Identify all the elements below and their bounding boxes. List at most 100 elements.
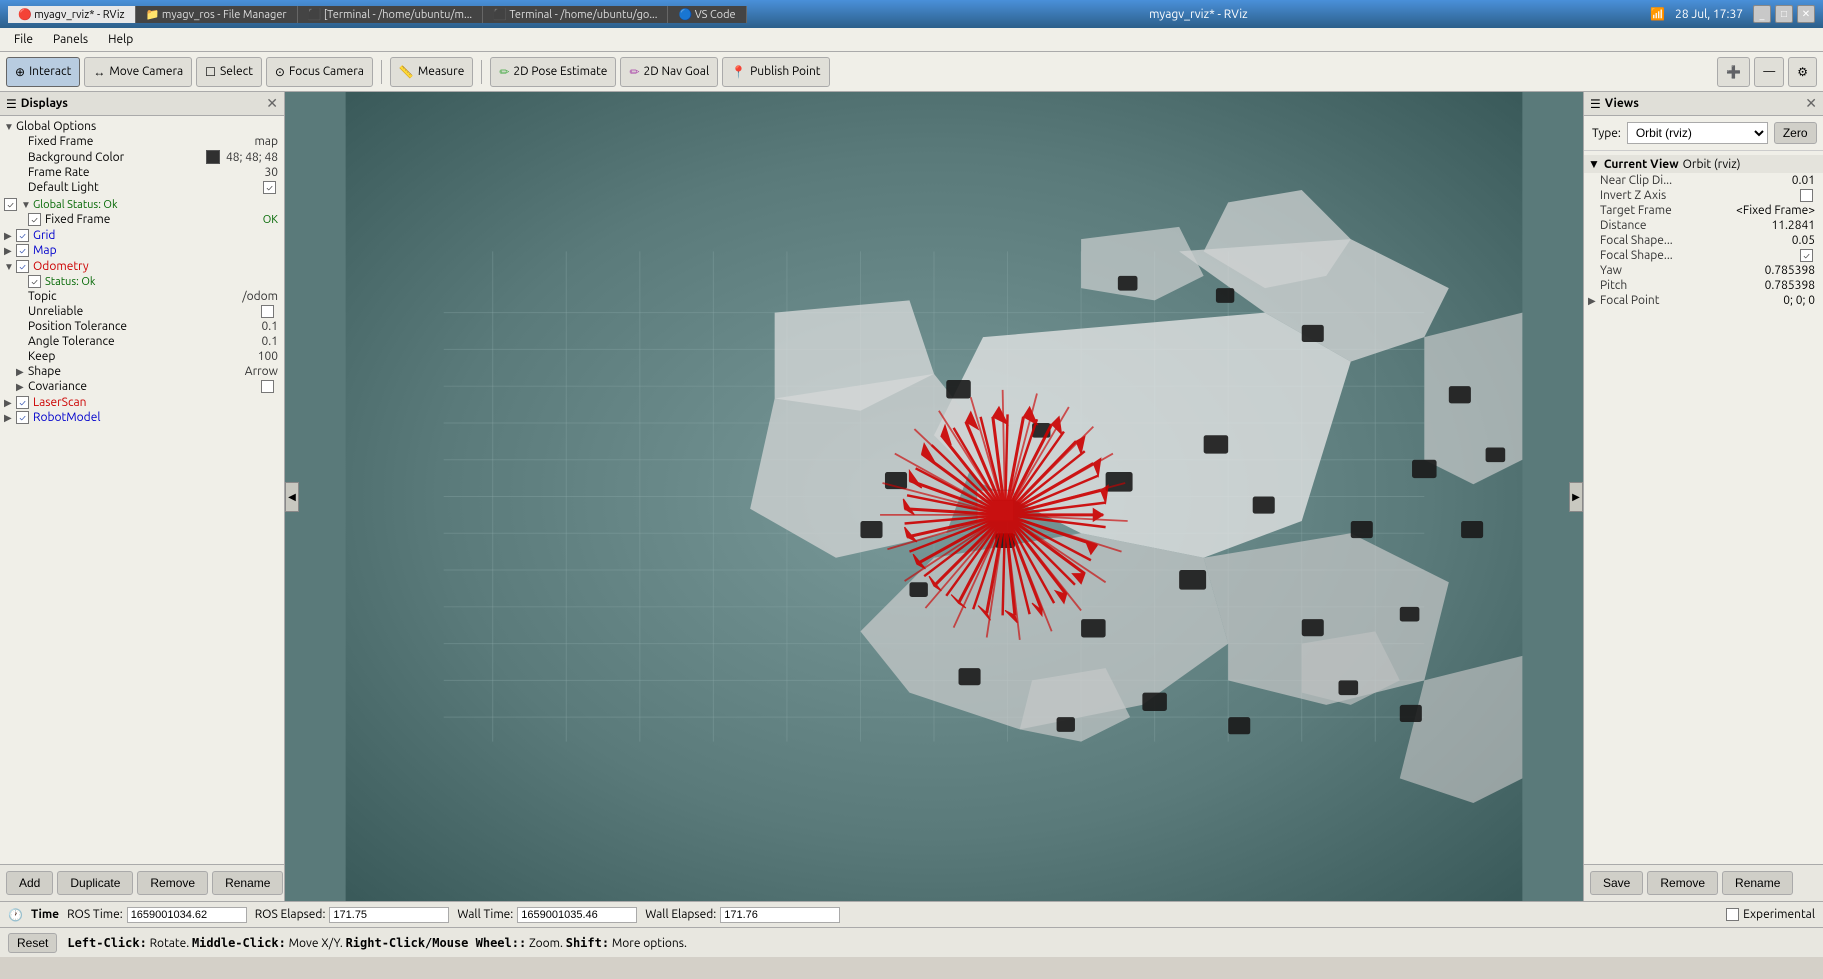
odo-status-checkbox[interactable] — [28, 275, 41, 288]
interact-button[interactable]: ⊕ Interact — [6, 57, 80, 87]
odo-ang-tol-row[interactable]: Angle Tolerance 0.1 — [0, 334, 280, 349]
focal-shape-fixed-row[interactable]: Focal Shape... — [1584, 248, 1823, 263]
global-status-expand[interactable]: ▼ — [21, 199, 33, 211]
minimize-button[interactable]: _ — [1753, 5, 1771, 23]
robotmodel-checkbox[interactable] — [16, 411, 29, 424]
close-button[interactable]: ✕ — [1797, 5, 1815, 23]
default-light-row[interactable]: Default Light — [0, 180, 280, 195]
odo-topic-label: Topic — [28, 290, 238, 303]
odometry-expand[interactable]: ▼ — [4, 261, 16, 273]
tab-vscode[interactable]: 🔵 VS Code — [668, 6, 746, 23]
odo-covariance-expand[interactable]: ▶ — [16, 381, 28, 393]
near-clip-row[interactable]: Near Clip Di... 0.01 — [1584, 173, 1823, 188]
global-options-item[interactable]: ▼ Global Options Fixed Frame map Backgro… — [0, 118, 284, 196]
tab-filemanager[interactable]: 📁 myagv_ros - File Manager — [136, 6, 298, 23]
collapse-left-button[interactable]: ◀ — [285, 482, 299, 512]
duplicate-display-button[interactable]: Duplicate — [57, 871, 133, 895]
save-view-button[interactable]: Save — [1590, 871, 1643, 895]
tab-terminal1[interactable]: ⬛ [Terminal - /home/ubuntu/m... — [298, 6, 484, 23]
nav-goal-button[interactable]: ✏ 2D Nav Goal — [620, 57, 718, 87]
ros-time-input[interactable] — [127, 907, 247, 923]
focus-camera-icon: ⊙ — [275, 65, 285, 79]
yaw-row[interactable]: Yaw 0.785398 — [1584, 263, 1823, 278]
odo-shape-expand[interactable]: ▶ — [16, 366, 28, 378]
odometry-checkbox[interactable] — [16, 260, 29, 273]
gff-checkbox[interactable] — [28, 213, 41, 226]
views-close-button[interactable]: ✕ — [1805, 95, 1817, 112]
reset-button[interactable]: Reset — [8, 933, 57, 953]
collapse-right-button[interactable]: ▶ — [1569, 482, 1583, 512]
displays-close-button[interactable]: ✕ — [266, 95, 278, 112]
laserscan-checkbox[interactable] — [16, 396, 29, 409]
grid-checkbox[interactable] — [16, 229, 29, 242]
focal-point-row[interactable]: ▶ Focal Point 0; 0; 0 — [1584, 293, 1823, 308]
viewport[interactable]: ◀ ▶ — [285, 92, 1583, 901]
view-section-expand[interactable]: ▼ — [1588, 157, 1600, 171]
laserscan-expand[interactable]: ▶ — [4, 397, 16, 409]
zero-button[interactable]: Zero — [1774, 122, 1817, 144]
map-expand[interactable]: ▶ — [4, 245, 16, 257]
odo-pos-tol-row[interactable]: Position Tolerance 0.1 — [0, 319, 280, 334]
remove-icon-btn[interactable]: — — [1754, 57, 1784, 87]
invert-z-row[interactable]: Invert Z Axis — [1584, 188, 1823, 203]
pose-estimate-button[interactable]: ✏ 2D Pose Estimate — [490, 57, 616, 87]
experimental-checkbox[interactable] — [1726, 908, 1739, 921]
menu-file[interactable]: File — [4, 31, 43, 48]
rename-display-button[interactable]: Rename — [212, 871, 283, 895]
add-icon-btn[interactable]: ➕ — [1717, 57, 1750, 87]
odometry-item[interactable]: ▼ Odometry Status: Ok Topic /odom — [0, 258, 284, 395]
odo-unreliable-row[interactable]: Unreliable — [0, 304, 280, 319]
global-status-item[interactable]: ▼ Global Status: Ok Fixed Frame OK — [0, 196, 284, 228]
odo-keep-row[interactable]: Keep 100 — [0, 349, 280, 364]
odo-unreliable-checkbox[interactable] — [261, 305, 274, 318]
frame-rate-row[interactable]: Frame Rate 30 — [0, 165, 280, 180]
grid-item[interactable]: ▶ Grid — [0, 228, 284, 243]
grid-expand[interactable]: ▶ — [4, 230, 16, 242]
map-checkbox[interactable] — [16, 244, 29, 257]
global-status-checkbox[interactable] — [4, 198, 17, 211]
publish-point-button[interactable]: 📍 Publish Point — [722, 57, 829, 87]
target-frame-row[interactable]: Target Frame <Fixed Frame> — [1584, 203, 1823, 218]
add-display-button[interactable]: Add — [6, 871, 53, 895]
move-camera-button[interactable]: ↔ Move Camera — [84, 57, 192, 87]
odo-shape-row[interactable]: ▶ Shape Arrow — [0, 364, 280, 379]
laserscan-item[interactable]: ▶ LaserScan — [0, 395, 284, 410]
robotmodel-expand[interactable]: ▶ — [4, 412, 16, 424]
maximize-button[interactable]: □ — [1775, 5, 1793, 23]
remove-view-button[interactable]: Remove — [1647, 871, 1718, 895]
ros-elapsed-input[interactable] — [329, 907, 449, 923]
rename-view-button[interactable]: Rename — [1722, 871, 1793, 895]
distance-row[interactable]: Distance 11.2841 — [1584, 218, 1823, 233]
remove-display-button[interactable]: Remove — [137, 871, 208, 895]
odo-topic-row[interactable]: Topic /odom — [0, 289, 280, 304]
odo-covariance-row[interactable]: ▶ Covariance — [0, 379, 280, 394]
robotmodel-item[interactable]: ▶ RobotModel — [0, 410, 284, 425]
view-type-dropdown[interactable]: Orbit (rviz) FPS (rviz) TopDownOrtho (rv… — [1627, 122, 1768, 144]
focal-point-expand[interactable]: ▶ — [1588, 295, 1600, 307]
odo-shape-value: Arrow — [241, 365, 278, 378]
invert-z-checkbox[interactable] — [1800, 189, 1813, 202]
background-color-row[interactable]: Background Color 48; 48; 48 — [0, 149, 280, 165]
menu-help[interactable]: Help — [98, 31, 143, 48]
statusbar: Reset Left-Click: Rotate. Middle-Click: … — [0, 927, 1823, 957]
focal-shape-size-row[interactable]: Focal Shape... 0.05 — [1584, 233, 1823, 248]
tab-terminal2[interactable]: ⬛ Terminal - /home/ubuntu/go... — [483, 6, 668, 23]
menu-panels[interactable]: Panels — [43, 31, 98, 48]
background-color-label: Background Color — [28, 151, 206, 164]
map-item[interactable]: ▶ Map — [0, 243, 284, 258]
focal-shape-fixed-checkbox[interactable] — [1800, 249, 1813, 262]
settings-icon-btn[interactable]: ⚙ — [1788, 57, 1817, 87]
focus-camera-button[interactable]: ⊙ Focus Camera — [266, 57, 373, 87]
wall-time-input[interactable] — [517, 907, 637, 923]
odo-covariance-checkbox[interactable] — [261, 380, 274, 393]
default-light-checkbox[interactable] — [263, 181, 276, 194]
measure-button[interactable]: 📏 Measure — [390, 57, 473, 87]
odo-ang-tol-value: 0.1 — [258, 335, 279, 348]
fixed-frame-row[interactable]: Fixed Frame map — [0, 134, 280, 149]
select-button[interactable]: ☐ Select — [196, 57, 262, 87]
tab-rviz[interactable]: 🔴 myagv_rviz* - RViz — [8, 6, 136, 23]
wall-elapsed-input[interactable] — [720, 907, 840, 923]
pitch-row[interactable]: Pitch 0.785398 — [1584, 278, 1823, 293]
global-options-expand[interactable]: ▼ — [4, 121, 16, 133]
move-camera-icon: ↔ — [93, 65, 105, 79]
